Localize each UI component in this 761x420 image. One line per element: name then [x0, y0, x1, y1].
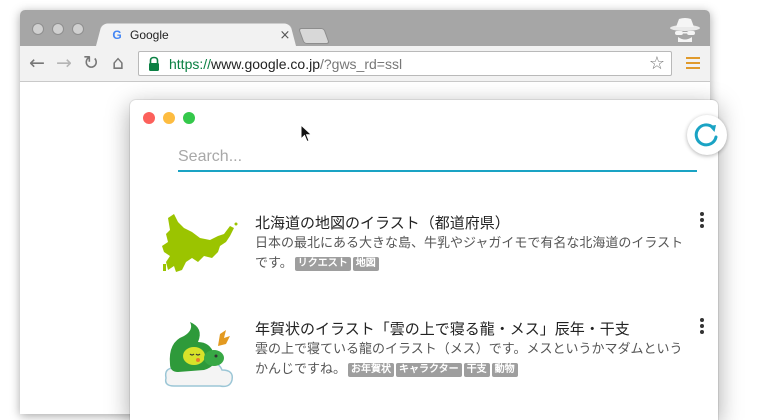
address-bar[interactable]: https://www.google.co.jp/?gws_rd=ssl ☆ [138, 51, 672, 76]
tag-badge[interactable]: 動物 [491, 363, 518, 377]
window-zoom-button[interactable] [72, 23, 84, 35]
incognito-icon [670, 18, 700, 42]
list-item[interactable]: 年賀状のイラスト「雲の上で寝る龍・メス」辰年・干支 雲の上で寝ている龍のイラスト… [160, 318, 720, 398]
more-options-icon[interactable] [697, 318, 707, 336]
back-button[interactable]: ← [26, 52, 48, 74]
url-scheme: https:// [169, 55, 212, 72]
tab-bar: G Google × [20, 10, 710, 46]
search-input[interactable] [178, 144, 697, 170]
hokkaido-map-thumbnail [162, 214, 238, 272]
bookmark-star-icon[interactable]: ☆ [647, 53, 667, 74]
tag-badge[interactable]: キャラクター [396, 363, 462, 377]
address-url[interactable]: https://www.google.co.jp/?gws_rd=ssl [169, 56, 647, 72]
mouse-cursor-icon [300, 124, 313, 143]
app-window: 北海道の地図のイラスト（都道府県） 日本の最北にある大きな島、牛乳やジャガイモで… [130, 100, 727, 420]
result-description: 日本の最北にある大きな島、牛乳やジャガイモで有名な北海道のイラストです。 リクエス… [255, 234, 685, 274]
google-favicon-icon: G [112, 28, 122, 42]
url-path: /?gws_rd=ssl [319, 55, 403, 72]
app-minimize-button[interactable] [163, 112, 175, 124]
more-options-icon[interactable] [697, 212, 707, 230]
result-title[interactable]: 北海道の地図のイラスト（都道府県） [255, 212, 510, 233]
window-close-button[interactable] [32, 23, 44, 35]
forward-button[interactable]: → [53, 52, 75, 74]
tag-badge[interactable]: お年賀状 [348, 363, 395, 377]
tag-badge[interactable]: リクエスト [294, 257, 351, 271]
new-tab-button[interactable] [298, 28, 330, 44]
app-zoom-button[interactable] [183, 112, 195, 124]
window-minimize-button[interactable] [52, 23, 64, 35]
lock-icon [149, 56, 159, 71]
reload-button[interactable]: ↻ [80, 52, 102, 74]
tab-title: Google [130, 28, 169, 42]
tag-badge[interactable]: 地図 [352, 257, 379, 271]
browser-menu-icon[interactable] [686, 57, 700, 71]
list-item[interactable]: 北海道の地図のイラスト（都道府県） 日本の最北にある大きな島、牛乳やジャガイモで… [160, 212, 720, 292]
tag-badge[interactable]: 干支 [463, 363, 490, 377]
sleeping-dragon-thumbnail [164, 322, 234, 388]
search-field[interactable] [178, 144, 697, 172]
home-button[interactable]: ⌂ [107, 52, 129, 74]
url-host: www.google.co.jp [211, 55, 320, 72]
browser-toolbar: ← → ↻ ⌂ https://www.google.co.jp/?gws_rd… [20, 46, 710, 82]
result-description: 雲の上で寝ている龍のイラスト（メス）です。メスというかマダムというかんじですね。… [255, 340, 685, 380]
tab-close-icon[interactable]: × [278, 28, 292, 43]
app-close-button[interactable] [143, 112, 155, 124]
tab-google-content[interactable]: G Google × [108, 24, 292, 46]
result-title[interactable]: 年賀状のイラスト「雲の上で寝る龍・メス」辰年・干支 [255, 318, 630, 339]
